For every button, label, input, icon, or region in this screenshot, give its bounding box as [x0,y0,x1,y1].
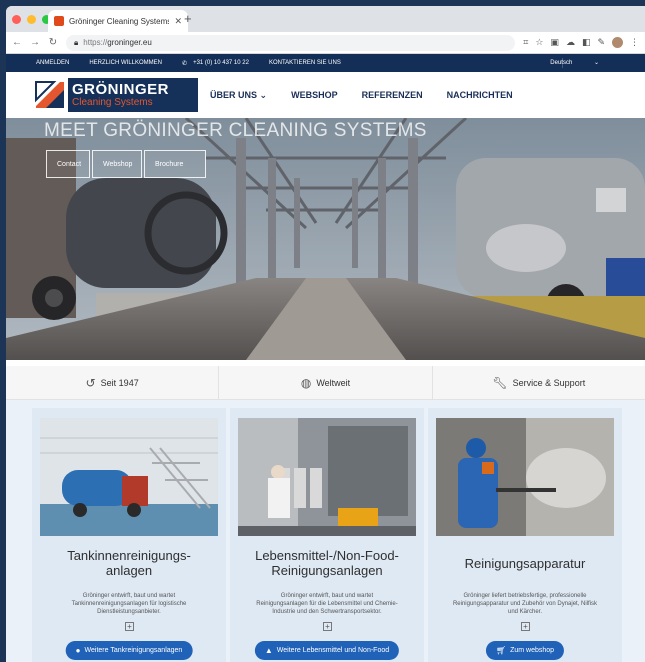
window-controls [12,15,51,24]
minimize-window-icon[interactable] [27,15,36,24]
feature-worldwide: ◍ Weltweit [219,366,433,399]
browser-tabstrip: Gröninger Cleaning Systems ✕ + [6,6,645,32]
service-cards: Tankinnenreinigungs-anlagen Gröninger en… [6,400,645,662]
forward-arrow-icon[interactable]: → [30,37,40,48]
hero-webshop-button[interactable]: Webshop [92,150,142,178]
card-title: Tankinnenreinigungs-anlagen [67,548,191,578]
translate-icon[interactable]: ⌗ [523,37,528,48]
close-tab-icon[interactable]: ✕ [174,16,182,27]
logo-wordmark: GRÖNINGER Cleaning Systems [68,78,198,112]
feature-label: Service & Support [512,377,586,388]
cart-icon: 🛒︎ [495,646,507,655]
nav-item-nachrichten[interactable]: NACHRICHTEN [447,90,513,101]
hero-brochure-button[interactable]: Brochure [144,150,206,178]
browser-window: Gröninger Cleaning Systems ✕ + ← → ↻ 🔒︎ … [6,6,645,662]
logo-tagline: Cleaning Systems [72,97,153,108]
chevron-down-icon: ⌄ [259,90,268,100]
features-strip: ↺ Seit 1947 ◍ Weltweit 🔧︎ Service & Supp… [6,366,645,400]
new-tab-button[interactable]: + [184,11,192,26]
site-topbar: ANMELDEN HERZLICH WILLKOMMEN ✆ +31 (0) 1… [6,54,645,72]
history-icon: ↺ [85,375,96,390]
card-description: Gröninger entwirft, baut und wartet Reini… [256,593,398,615]
login-link[interactable]: ANMELDEN [36,60,69,66]
more-tank-cleaning-button[interactable]: ● Weitere Tankreinigungsanlagen [65,641,193,660]
card-food-nonfood: Lebensmittel-/Non-Food- Reinigungsanlagen… [230,408,424,662]
chart-icon: ▲ [264,646,273,655]
site-favicon-icon [54,16,64,26]
hero-title: MEET GRÖNINGER CLEANING SYSTEMS [44,120,427,141]
feature-label: Weltweit [316,377,351,388]
nav-menu: ÜBER UNS ⌄ WEBSHOP REFERENZEN NACHRICHTE… [210,90,513,101]
logo-name: GRÖNINGER [72,81,170,98]
nav-item-ueber-uns[interactable]: ÜBER UNS ⌄ [210,90,267,101]
expand-plus-icon[interactable]: + [323,622,332,631]
address-bar[interactable]: 🔒︎ https://groninger.eu [66,34,516,51]
card-description: Gröninger entwirft, baut und wartet Tanki… [71,593,187,615]
feature-since-1947: ↺ Seit 1947 [6,366,220,399]
card-image [40,418,218,536]
lock-icon: 🔒︎ [74,37,79,47]
hero-contact-button[interactable]: Contact [46,150,90,178]
card-tank-cleaning: Tankinnenreinigungs-anlagen Gröninger en… [32,408,226,662]
contact-link[interactable]: KONTAKTIEREN SIE UNS [269,60,341,66]
globe-icon: ◍ [300,375,312,390]
nav-item-referenzen[interactable]: REFERENZEN [362,90,423,101]
card-image [238,418,416,536]
extension-icon[interactable]: ▣ [550,37,559,48]
cloud-icon[interactable]: ☁ [566,37,575,48]
extension-icon[interactable]: ◧ [582,37,591,48]
to-webshop-button[interactable]: 🛒︎ Zum webshop [485,641,565,660]
card-description: Gröninger liefert betriebsfertige, profe… [452,593,598,615]
circle-arrow-icon: ● [75,646,81,655]
phone-icon: ✆ [182,60,188,67]
expand-plus-icon[interactable]: + [521,622,530,631]
address-url: https://groninger.eu [83,38,152,47]
browser-tab[interactable]: Gröninger Cleaning Systems ✕ [48,10,188,32]
extension-icons: ⌗ ☆ ▣ ☁ ◧ ✎ ⋮ [523,37,639,48]
site-logo[interactable]: GRÖNINGER Cleaning Systems [32,78,198,112]
close-window-icon[interactable] [12,15,21,24]
card-image [436,418,614,536]
main-navigation: GRÖNINGER Cleaning Systems ÜBER UNS ⌄ WE… [6,72,645,118]
language-selector[interactable]: Deutsch ⌄ [550,59,599,66]
hero-banner: MEET GRÖNINGER CLEANING SYSTEMS Contact … [6,118,645,360]
card-title: Lebensmittel-/Non-Food- Reinigungsanlagen [255,548,399,578]
card-title: Reinigungsapparatur [464,556,586,571]
browser-toolbar: ← → ↻ 🔒︎ https://groninger.eu ⌗ ☆ ▣ ☁ ◧ … [6,32,645,54]
phone-number[interactable]: +31 (0) 10 437 10 22 [193,60,249,66]
more-food-nonfood-button[interactable]: ▲ Weitere Lebensmittel und Non-Food [254,641,400,660]
feature-service-support: 🔧︎ Service & Support [433,366,645,399]
hero-buttons: Contact Webshop Brochure [46,150,206,178]
reload-icon[interactable]: ↻ [48,37,58,48]
expand-plus-icon[interactable]: + [125,622,134,631]
back-arrow-icon[interactable]: ← [12,37,22,48]
profile-avatar[interactable] [612,37,623,48]
feature-label: Seit 1947 [100,377,139,388]
pin-icon[interactable]: ✎ [597,37,605,48]
nav-item-webshop[interactable]: WEBSHOP [291,90,338,101]
wrench-icon: 🔧︎ [492,375,508,390]
logo-mark-icon [32,78,68,112]
card-cleaning-equipment: Reinigungsapparatur Gröninger liefert be… [428,408,622,662]
menu-kebab-icon[interactable]: ⋮ [630,37,639,48]
browser-tab-title: Gröninger Cleaning Systems [69,16,170,26]
welcome-text: HERZLICH WILLKOMMEN [89,60,163,66]
bookmark-star-icon[interactable]: ☆ [535,37,543,48]
